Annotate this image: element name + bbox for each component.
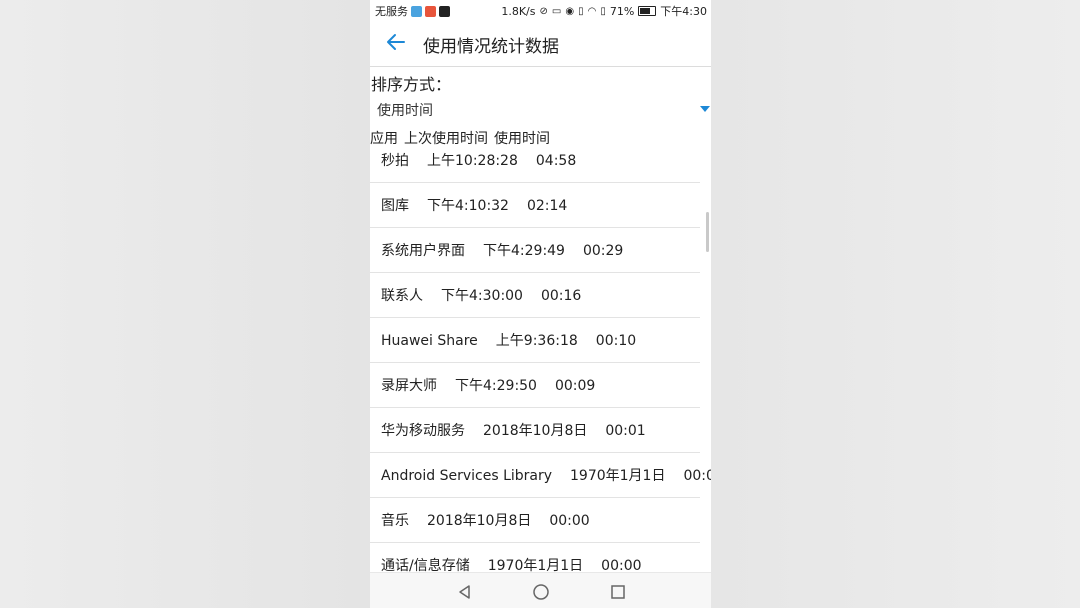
location-icon: ◉ — [565, 5, 575, 17]
battery-percent: 71% — [609, 4, 635, 18]
sort-dropdown-value: 使用时间 — [377, 103, 433, 119]
clock: 下午4:30 — [660, 5, 707, 18]
usage-time: 00:09 — [554, 378, 596, 394]
carrier-text: 无服务 — [375, 5, 408, 18]
app-name: Android Services Library — [381, 468, 553, 484]
sim-icon: ▯ — [600, 5, 606, 17]
system-nav-bar — [370, 572, 711, 608]
usage-time: 00:16 — [540, 288, 582, 304]
last-used-time: 下午4:30:00 — [441, 288, 523, 304]
app-name: 秒拍 — [381, 153, 409, 169]
list-item[interactable]: 联系人 下午4:30:00 00:16 — [370, 272, 700, 318]
dropdown-arrow-icon — [700, 106, 710, 112]
back-arrow-icon[interactable] — [384, 30, 408, 54]
page-title: 使用情况统计数据 — [423, 37, 559, 57]
notification-app-icon — [411, 5, 422, 17]
phone-screen: 无服务 1.8K/s ⊘ ▭ ◉ ▯ ◠ ▯ 71% 下午4:30 使用情况统计… — [370, 0, 711, 608]
last-used-time: 1970年1月1日 — [570, 468, 666, 484]
last-used-time: 2018年10月8日 — [483, 423, 588, 439]
blurred-background-left — [0, 0, 370, 608]
last-used-time: 上午10:28:28 — [427, 153, 518, 169]
app-name: 音乐 — [381, 513, 409, 529]
list-item[interactable]: 录屏大师 下午4:29:50 00:09 — [370, 362, 700, 408]
vibrate-icon: ▯ — [578, 5, 584, 17]
network-speed: 1.8K/s — [501, 4, 536, 18]
status-bar: 无服务 1.8K/s ⊘ ▭ ◉ ▯ ◠ ▯ 71% 下午4:30 — [370, 0, 711, 19]
home-circle-icon[interactable] — [532, 583, 550, 601]
list-item[interactable]: 图库 下午4:10:32 02:14 — [370, 182, 700, 228]
last-used-time: 下午4:29:50 — [455, 378, 537, 394]
list-item[interactable]: Huawei Share 上午9:36:18 00:10 — [370, 317, 700, 363]
list-item[interactable]: 华为移动服务 2018年10月8日 00:01 — [370, 407, 700, 453]
usage-time: 00:29 — [582, 243, 624, 259]
app-name: 图库 — [381, 198, 409, 214]
last-used-time: 下午4:29:49 — [483, 243, 565, 259]
app-name: Huawei Share — [381, 333, 478, 349]
last-used-time: 下午4:10:32 — [427, 198, 509, 214]
list-item[interactable]: Android Services Library 1970年1月1日 00:00 — [370, 452, 711, 498]
notification-app-icon — [439, 5, 450, 17]
nfc-icon: ⊘ — [539, 5, 548, 17]
app-name: 录屏大师 — [381, 378, 437, 394]
app-name: 联系人 — [381, 288, 423, 304]
back-triangle-icon[interactable] — [456, 583, 474, 601]
scrollbar-thumb[interactable] — [706, 212, 709, 252]
list-item[interactable]: 音乐 2018年10月8日 00:00 — [370, 497, 700, 543]
last-used-time: 2018年10月8日 — [427, 513, 532, 529]
recents-square-icon[interactable] — [609, 583, 627, 601]
usage-time: 00:00 — [683, 468, 711, 484]
usage-time: 04:58 — [535, 153, 577, 169]
usage-time: 02:14 — [526, 198, 568, 214]
last-used-time: 上午9:36:18 — [495, 333, 578, 349]
usage-time: 00:01 — [605, 423, 646, 439]
notification-app-icon — [425, 5, 436, 17]
app-name: 华为移动服务 — [381, 423, 465, 439]
sort-dropdown[interactable]: 使用时间 — [370, 97, 711, 123]
app-name: 系统用户界面 — [381, 243, 465, 259]
usage-time: 00:00 — [549, 513, 590, 529]
usage-time: 00:10 — [595, 333, 637, 349]
list-item[interactable]: 系统用户界面 下午4:29:49 00:29 — [370, 227, 700, 273]
wifi-icon: ◠ — [587, 5, 597, 17]
sort-label: 排序方式： — [371, 75, 452, 94]
app-bar: 使用情况统计数据 — [370, 18, 711, 67]
cast-icon: ▭ — [551, 5, 562, 17]
blurred-background-right — [711, 0, 1080, 608]
battery-icon — [638, 6, 657, 16]
list-item[interactable]: 秒拍 上午10:28:28 04:58 — [370, 137, 700, 183]
content-area: 排序方式： 使用时间 应用 上次使用时间 使用时间 秒拍 上午10:28:28 04:5… — [370, 67, 711, 588]
